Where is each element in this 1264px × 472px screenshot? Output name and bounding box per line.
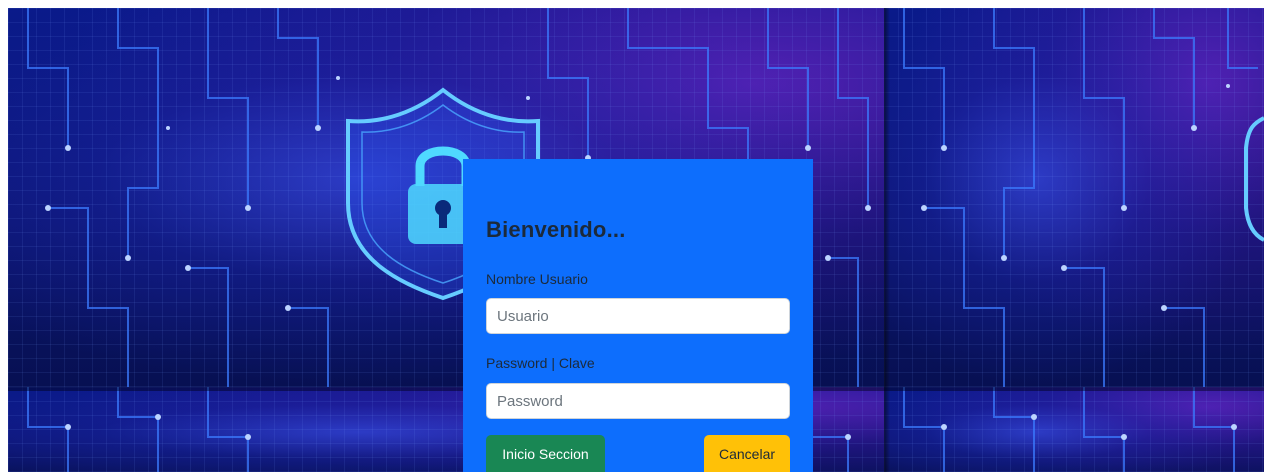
cancel-button[interactable]: Cancelar [704, 435, 790, 472]
circuit-art [903, 8, 1264, 387]
password-input[interactable] [486, 383, 790, 419]
circuit-art [903, 387, 1237, 472]
login-card: Bienvenido... Nombre Usuario Password | … [463, 159, 813, 472]
background-tile [884, 387, 1264, 472]
login-title: Bienvenido... [486, 217, 626, 242]
password-label: Password | Clave [486, 355, 595, 371]
username-label: Nombre Usuario [486, 271, 588, 287]
background-tile [884, 8, 1264, 387]
username-input[interactable] [486, 298, 790, 334]
login-button[interactable]: Inicio Seccion [486, 435, 605, 472]
